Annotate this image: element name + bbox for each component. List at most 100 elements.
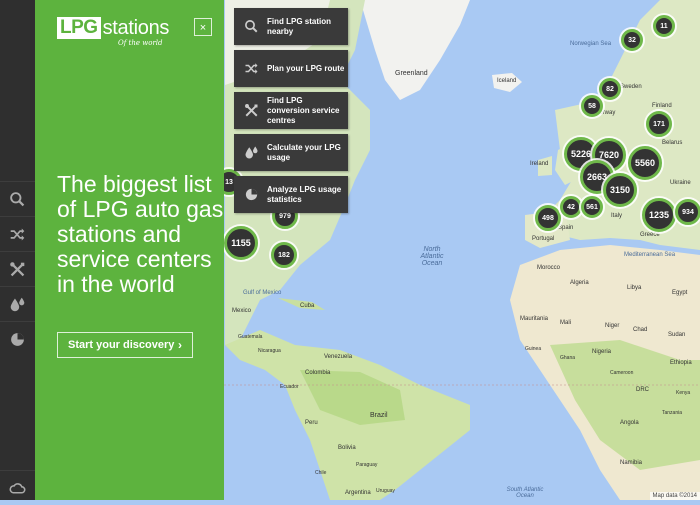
map-label-paraguay: Paraguay — [356, 462, 378, 468]
map-label-uruguay: Uruguay — [376, 488, 395, 494]
map-label-nicaragua: Nicaragua — [258, 348, 281, 354]
map-label-mali: Mali — [560, 320, 572, 326]
map-label-iceland: Iceland — [497, 78, 517, 84]
map-label-kenya: Kenya — [676, 390, 691, 396]
station-cluster-marker[interactable]: 3150 — [603, 173, 637, 207]
map-label-morocco: Morocco — [537, 265, 561, 271]
rail-statistics-button[interactable] — [0, 321, 35, 356]
map-label-mauritania: Mauritania — [520, 316, 549, 322]
shuffle-route-icon — [241, 59, 261, 79]
station-cluster-marker[interactable]: 1155 — [224, 226, 258, 260]
map-label-cuba: Cuba — [300, 303, 315, 309]
station-cluster-marker[interactable]: 58 — [581, 95, 603, 117]
station-cluster-marker[interactable]: 561 — [581, 196, 603, 218]
station-cluster-marker[interactable]: 5560 — [628, 146, 662, 180]
map-label-bolivia: Bolivia — [338, 445, 356, 451]
icon-rail — [0, 0, 35, 500]
menu-plan-route-label: Plan your LPG route — [267, 63, 345, 73]
map-label-chad: Chad — [633, 327, 648, 333]
station-cluster-marker[interactable]: 11 — [653, 15, 675, 37]
cloud-icon — [9, 482, 26, 494]
map-label-algeria: Algeria — [570, 280, 589, 286]
map-label-venezuela: Venezuela — [324, 354, 353, 360]
headline: The biggest list of LPG auto gas station… — [57, 171, 224, 297]
map-label-spain: Spain — [558, 225, 574, 231]
brand-logo[interactable]: LPG stations — [57, 16, 169, 40]
menu-find-station[interactable]: Find LPG station nearby — [234, 8, 348, 45]
map-label-egypt: Egypt — [672, 290, 688, 296]
close-panel-button[interactable]: × — [194, 18, 212, 36]
tools-icon — [241, 101, 261, 121]
tools-icon — [10, 261, 25, 276]
map-label-sweden: Sweden — [620, 84, 642, 90]
brand-tagline: Of the world — [118, 39, 163, 47]
map-label-tanzania: Tanzania — [662, 410, 683, 416]
station-cluster-marker[interactable]: 171 — [646, 111, 672, 137]
station-cluster-marker[interactable]: 42 — [560, 196, 582, 218]
map-label-drc: DRC — [636, 387, 649, 393]
station-cluster-marker[interactable]: 1235 — [642, 198, 676, 232]
map-label-sudan: Sudan — [668, 332, 686, 338]
intro-panel: LPG stations Of the world × The biggest … — [35, 0, 224, 500]
map-attribution: Map data ©2014 — [649, 492, 700, 500]
map-label-cameroon: Cameroon — [610, 370, 634, 376]
map-label-namibia: Namibia — [620, 460, 643, 466]
map-label-brazil: Brazil — [370, 412, 388, 419]
map-label-mexico: Mexico — [232, 308, 252, 314]
map-label-peru: Peru — [305, 420, 318, 426]
map-label-ghana: Ghana — [560, 355, 576, 361]
rail-route-button[interactable] — [0, 216, 35, 251]
map-label-angola: Angola — [620, 420, 639, 426]
map-label-finland: Finland — [652, 103, 672, 109]
map-label-greenland: Greenland — [395, 70, 428, 77]
menu-plan-route[interactable]: Plan your LPG route — [234, 50, 348, 87]
map-label-south-atlantic-ocean: South Atlantic Ocean — [506, 487, 544, 499]
pie-chart-icon — [241, 185, 261, 205]
search-icon — [10, 191, 25, 206]
logo-lpg-text: LPG — [57, 17, 101, 39]
menu-conversion-centres[interactable]: Find LPG conversion service centres — [234, 92, 348, 129]
logo-stations-text: stations — [102, 17, 170, 39]
drops-icon — [10, 297, 25, 311]
station-cluster-marker[interactable]: 934 — [675, 199, 700, 225]
map-label-norwegian-sea: Norwegian Sea — [570, 41, 612, 47]
station-cluster-marker[interactable]: 82 — [599, 78, 621, 100]
menu-find-station-label: Find LPG station nearby — [267, 16, 331, 36]
shuffle-route-icon — [10, 228, 25, 240]
drops-icon — [241, 143, 261, 163]
map-label-nigeria: Nigeria — [592, 349, 612, 355]
map-label-guinea: Guinea — [525, 346, 542, 352]
map-label-ethiopia: Ethiopia — [670, 360, 692, 366]
map-label-north-atlantic-ocean: North Atlantic Ocean — [420, 246, 444, 267]
rail-search-button[interactable] — [0, 181, 35, 216]
map-label-ecuador: Ecuador — [280, 384, 299, 390]
map-label-portugal: Portugal — [532, 236, 555, 242]
map-label-belarus: Belarus — [662, 140, 683, 146]
menu-usage-statistics[interactable]: Analyze LPG usage statistics — [234, 176, 348, 213]
map-label-libya: Libya — [627, 285, 642, 291]
start-discovery-button[interactable]: Start your discovery › — [57, 332, 193, 358]
rail-calculate-button[interactable] — [0, 286, 35, 321]
map-label-guatemala: Guatemala — [238, 334, 263, 340]
menu-usage-statistics-label: Analyze LPG usage statistics — [267, 184, 342, 204]
map-label-gulf-of-mexico: Gulf of Mexico — [243, 290, 282, 296]
search-icon — [241, 17, 261, 37]
map-label-niger: Niger — [605, 323, 620, 329]
map-label-colombia: Colombia — [305, 370, 331, 376]
menu-calculate-usage[interactable]: Calculate your LPG usage — [234, 134, 348, 171]
map-label-ireland: Ireland — [530, 161, 549, 167]
rail-conversion-button[interactable] — [0, 251, 35, 286]
map-label-chile: Chile — [315, 470, 327, 476]
map-label-argentina: Argentina — [345, 490, 371, 496]
station-cluster-marker[interactable]: 182 — [271, 242, 297, 268]
map-label-greece: Greece — [640, 232, 660, 238]
station-cluster-marker[interactable]: 498 — [535, 205, 561, 231]
menu-calculate-usage-label: Calculate your LPG usage — [267, 142, 341, 162]
pie-chart-icon — [11, 332, 24, 346]
chevron-right-icon: › — [178, 338, 182, 352]
map-label-ukraine: Ukraine — [670, 180, 691, 186]
menu-conversion-centres-label: Find LPG conversion service centres — [267, 95, 340, 125]
station-cluster-marker[interactable]: 32 — [621, 29, 643, 51]
map-label-italy: Italy — [611, 213, 623, 219]
start-discovery-label: Start your discovery — [68, 339, 175, 351]
